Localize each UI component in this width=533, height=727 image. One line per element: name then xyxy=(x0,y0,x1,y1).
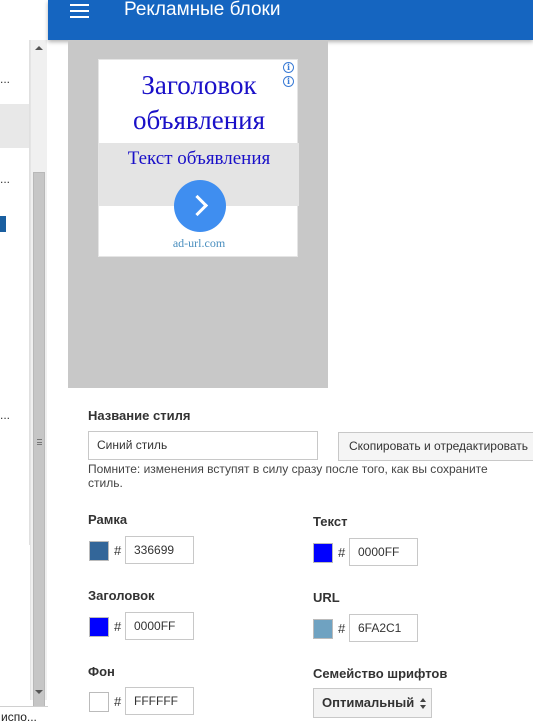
sidebar-list: ... ... ... xyxy=(0,40,30,545)
select-arrows-icon xyxy=(420,698,426,710)
border-color-swatch[interactable] xyxy=(89,541,109,561)
hash-symbol: # xyxy=(338,621,346,636)
ad-unit-preview: i i Заголовок объявления Текст объявлени… xyxy=(98,59,299,257)
grip-icon xyxy=(37,439,42,445)
scroll-down-arrow-icon[interactable] xyxy=(35,690,43,694)
ad-preview-panel: i i Заголовок объявления Текст объявлени… xyxy=(68,40,328,388)
background-color-label: Фон xyxy=(88,664,115,679)
copy-and-edit-button[interactable]: Скопировать и отредактировать xyxy=(338,432,533,461)
sidebar: ... ... ... испо... xyxy=(0,0,48,727)
hash-symbol: # xyxy=(114,619,122,634)
sidebar-item[interactable]: ... xyxy=(0,408,29,424)
ad-headline: Заголовок объявления xyxy=(132,70,266,135)
background-color-input[interactable]: FFFFFF xyxy=(125,687,194,715)
hamburger-menu-icon[interactable] xyxy=(70,4,90,18)
url-color-label: URL xyxy=(313,590,340,605)
border-color-label: Рамка xyxy=(88,512,128,527)
scrollbar-thumb[interactable] xyxy=(33,172,45,712)
font-family-label: Семейство шрифтов xyxy=(313,666,448,681)
hash-symbol: # xyxy=(338,545,346,560)
top-app-bar: Рекламные блоки xyxy=(48,0,533,40)
style-name-label: Название стиля xyxy=(88,408,191,423)
url-color-swatch[interactable] xyxy=(313,619,333,639)
url-color-input[interactable]: 6FA2C1 xyxy=(349,614,418,642)
title-color-input[interactable]: 0000FF xyxy=(125,612,194,640)
font-family-value: Оптимальный xyxy=(322,695,415,710)
ad-text: Текст объявления xyxy=(127,148,271,169)
sidebar-scrollbar[interactable] xyxy=(30,40,47,712)
page-title: Рекламные блоки xyxy=(124,0,281,20)
sidebar-item[interactable]: ... xyxy=(0,172,29,188)
scroll-up-arrow-icon[interactable] xyxy=(35,46,43,50)
border-color-input[interactable]: 336699 xyxy=(125,536,194,564)
font-family-select[interactable]: Оптимальный xyxy=(313,688,432,718)
sidebar-item-label: ... xyxy=(0,172,11,186)
sidebar-marker xyxy=(0,216,6,232)
text-color-label: Текст xyxy=(313,514,348,529)
style-name-input[interactable]: Синий стиль xyxy=(88,431,318,460)
ad-url: ad-url.com xyxy=(172,236,226,250)
save-note: Помните: изменения вступят в силу сразу … xyxy=(88,462,488,490)
text-color-input[interactable]: 0000FF xyxy=(349,538,418,566)
text-color-swatch[interactable] xyxy=(313,543,333,563)
hash-symbol: # xyxy=(114,543,122,558)
ad-cta-arrow-icon[interactable] xyxy=(174,180,226,232)
hash-symbol: # xyxy=(114,694,122,709)
sidebar-bottom-item[interactable]: испо... xyxy=(0,706,48,727)
sidebar-item[interactable]: ... xyxy=(0,72,29,88)
title-color-swatch[interactable] xyxy=(89,617,109,637)
title-color-label: Заголовок xyxy=(88,588,155,603)
sidebar-item-label: ... xyxy=(0,72,11,86)
sidebar-item-label: ... xyxy=(0,408,11,422)
background-color-swatch[interactable] xyxy=(89,692,109,712)
app-root: ... ... ... испо... Рекламные блоки i i … xyxy=(0,0,533,727)
sidebar-item-selected[interactable] xyxy=(0,104,29,148)
